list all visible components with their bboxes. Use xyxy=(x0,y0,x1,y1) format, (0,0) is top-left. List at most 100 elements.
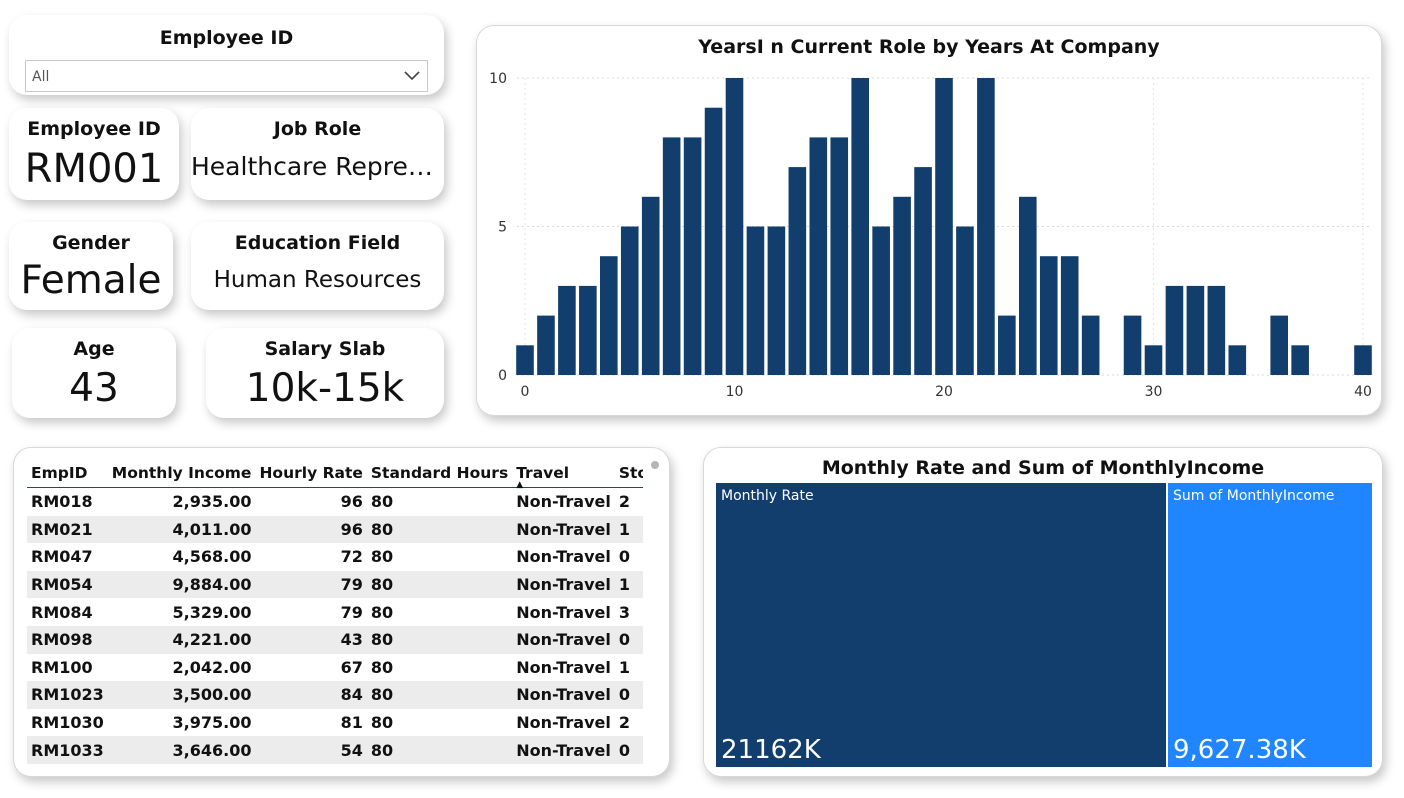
card-value: RM001 xyxy=(24,146,164,192)
employee-table-scroll[interactable]: EmpID Monthly Income Hourly Rate Standar… xyxy=(27,458,643,770)
bar[interactable] xyxy=(830,137,849,375)
bar[interactable] xyxy=(1144,345,1163,375)
cell-monthly-income: 9,884.00 xyxy=(107,570,256,599)
cell-standard-hours: 80 xyxy=(366,625,513,654)
treemap-tile-monthly-rate[interactable]: Monthly Rate 21162K xyxy=(716,483,1166,767)
tile-value: 9,627.38K xyxy=(1173,735,1306,765)
bar[interactable] xyxy=(1228,345,1247,375)
table-row[interactable]: RM098 4,221.00 43 80 Non-Travel 0 xyxy=(27,625,643,654)
table-row[interactable]: RM018 2,935.00 96 80 Non-Travel 2 xyxy=(27,488,643,516)
table-row[interactable]: RM021 4,011.00 96 80 Non-Travel 1 xyxy=(27,515,643,544)
cell-standard-hours: 80 xyxy=(370,713,394,733)
card-title: Education Field xyxy=(234,232,401,254)
bar[interactable] xyxy=(767,226,786,376)
cell-stock: 0 xyxy=(614,681,643,709)
bar[interactable] xyxy=(1165,285,1184,375)
bar[interactable] xyxy=(579,285,597,375)
bar[interactable] xyxy=(558,285,576,375)
bar[interactable] xyxy=(1123,315,1142,375)
bar[interactable] xyxy=(809,137,828,375)
column-header-empid[interactable]: EmpID xyxy=(27,458,108,488)
column-header-travel[interactable]: Travel ▲ xyxy=(512,458,615,490)
table-row[interactable]: RM1030 3,975.00 81 80 Non-Travel 2 xyxy=(27,709,643,737)
chevron-down-icon xyxy=(403,67,421,86)
bar[interactable] xyxy=(516,345,534,375)
cell-travel: Non-Travel xyxy=(516,547,611,567)
treemap-tile-sum-monthly-income[interactable]: Sum of MonthlyIncome 9,627.38K xyxy=(1168,483,1372,767)
cell-empid: RM054 xyxy=(27,570,108,599)
bar[interactable] xyxy=(1186,285,1205,375)
salary-slab-card: Salary Slab 10k-15k xyxy=(206,328,444,418)
bar[interactable] xyxy=(914,167,932,375)
cell-standard-hours: 80 xyxy=(366,736,513,764)
bar[interactable] xyxy=(998,315,1016,375)
table-row[interactable]: RM084 5,329.00 79 80 Non-Travel 3 xyxy=(27,598,643,626)
bar[interactable] xyxy=(725,78,744,375)
table-row[interactable]: RM1023 3,500.00 84 80 Non-Travel 0 xyxy=(27,681,643,709)
bar[interactable] xyxy=(537,315,555,375)
bar[interactable] xyxy=(1354,345,1372,375)
dropdown-selected-value: All xyxy=(32,69,50,85)
bar[interactable] xyxy=(704,107,723,375)
cell-hourly-rate: 72 xyxy=(340,547,363,567)
bar[interactable] xyxy=(851,78,869,375)
column-header-stock[interactable]: Stock xyxy=(614,458,643,488)
y-tick-label: 0 xyxy=(498,368,507,384)
card-value: Human Resources xyxy=(213,267,422,293)
education-field-card: Education Field Human Resources xyxy=(191,222,444,310)
cell-monthly-income: 4,011.00 xyxy=(107,515,256,544)
table-row[interactable]: RM1033 3,646.00 54 80 Non-Travel 0 xyxy=(27,736,643,764)
card-title: Salary Slab xyxy=(264,338,386,360)
bar[interactable] xyxy=(788,167,807,375)
cell-stock: 1 xyxy=(614,570,643,599)
bar[interactable] xyxy=(683,137,702,375)
bar[interactable] xyxy=(893,196,911,375)
card-value: Female xyxy=(20,258,162,303)
employee-id-slicer: Employee ID All xyxy=(9,15,444,95)
bar[interactable] xyxy=(746,226,765,376)
y-tick-label: 5 xyxy=(498,220,507,236)
bar[interactable] xyxy=(641,196,660,375)
bar[interactable] xyxy=(1060,256,1079,375)
card-value: 10k-15k xyxy=(245,366,405,411)
bar[interactable] xyxy=(872,226,890,376)
bar[interactable] xyxy=(935,78,953,375)
bar[interactable] xyxy=(1270,315,1288,375)
bar[interactable] xyxy=(1039,256,1058,375)
cell-standard-hours: 80 xyxy=(370,602,394,622)
cell-travel: Non-Travel xyxy=(512,736,615,764)
bar[interactable] xyxy=(977,78,995,375)
employee-id-card: Employee ID RM001 xyxy=(9,108,179,200)
column-header-standard-hours[interactable]: Standard Hours xyxy=(366,458,513,488)
cell-stock: 0 xyxy=(614,736,643,764)
bar[interactable] xyxy=(620,226,639,376)
column-header-travel-label: Travel xyxy=(516,464,570,482)
bar[interactable] xyxy=(1081,315,1100,375)
bar[interactable] xyxy=(956,226,974,376)
cell-travel: Non-Travel xyxy=(516,713,611,733)
cell-monthly-income: 4,568.00 xyxy=(172,547,252,567)
cell-empid: RM018 xyxy=(31,492,93,512)
column-header-hourly-rate[interactable]: Hourly Rate xyxy=(255,458,367,488)
cell-stock: 2 xyxy=(618,492,630,512)
column-header-monthly-income[interactable]: Monthly Income xyxy=(107,458,256,488)
bar[interactable] xyxy=(662,137,681,375)
bar[interactable] xyxy=(1207,285,1226,375)
cell-standard-hours: 80 xyxy=(370,547,394,567)
years-in-role-chart: YearsI n Current Role by Years At Compan… xyxy=(476,25,1382,416)
cell-standard-hours: 80 xyxy=(370,657,394,677)
bar-chart-plot: 0 5 10 0 10 20 30 40 xyxy=(489,71,1372,400)
employee-id-dropdown[interactable]: All xyxy=(25,60,428,92)
table-row[interactable]: RM100 2,042.00 67 80 Non-Travel 1 xyxy=(27,654,643,682)
bar[interactable] xyxy=(1291,345,1309,375)
cell-standard-hours: 80 xyxy=(366,570,513,599)
bar[interactable] xyxy=(1019,196,1037,375)
bar[interactable] xyxy=(600,256,618,375)
table-row[interactable]: RM047 4,568.00 72 80 Non-Travel 0 xyxy=(27,543,643,571)
scrollbar-thumb[interactable] xyxy=(651,461,659,469)
x-tick-label: 10 xyxy=(726,384,744,400)
card-value: Healthcare Repres... xyxy=(191,152,444,181)
card-title: Job Role xyxy=(273,118,362,140)
table-row[interactable]: RM054 9,884.00 79 80 Non-Travel 1 xyxy=(27,570,643,599)
x-tick-label: 0 xyxy=(521,384,530,400)
